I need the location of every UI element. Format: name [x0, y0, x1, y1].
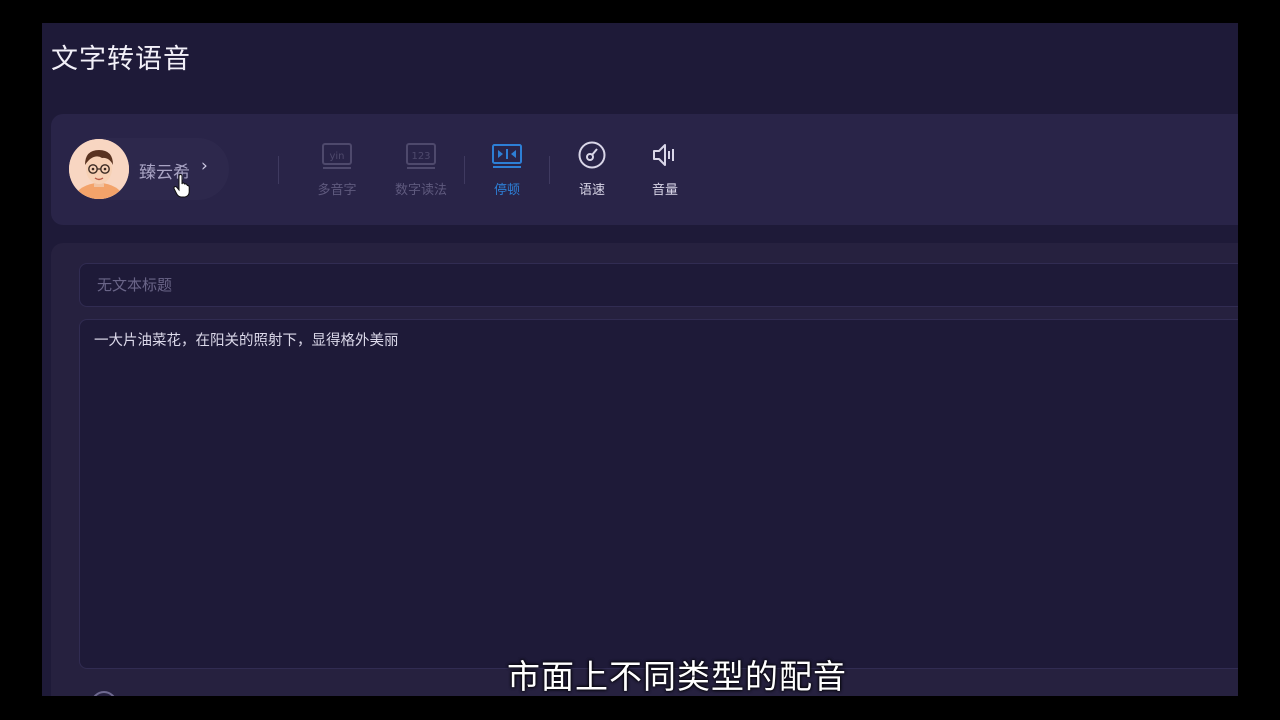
text-editor[interactable]: 一大片油菜花，在阳关的照射下，显得格外美丽	[79, 319, 1238, 669]
svg-text:yin: yin	[329, 151, 344, 162]
avatar	[69, 139, 129, 199]
title-input[interactable]	[79, 263, 1238, 307]
editor-card: 一大片油菜花，在阳关的照射下，显得格外美丽	[51, 243, 1238, 696]
yin-box-icon: yin	[305, 140, 369, 170]
tool-polyphone[interactable]: yin 多音字	[305, 140, 369, 198]
toolbar-card: 臻云希 › yin 多音字 123 数字读法 停顿 语速 音量	[51, 114, 1238, 225]
tool-volume[interactable]: 音量	[641, 140, 689, 198]
tool-speed[interactable]: 语速	[568, 140, 616, 198]
tool-pause[interactable]: 停顿	[483, 140, 531, 198]
tool-label: 语速	[578, 183, 605, 198]
chevron-right-icon: ›	[201, 156, 208, 176]
voice-selector[interactable]: 臻云希 ›	[69, 138, 229, 200]
video-subtitle: 市面上不同类型的配音	[507, 657, 847, 696]
number-123-icon: 123	[383, 140, 459, 170]
editor-body-text: 一大片油菜花，在阳关的照射下，显得格外美丽	[94, 333, 399, 349]
tool-label: 音量	[651, 183, 678, 198]
pause-insert-icon	[483, 140, 531, 170]
hand-cursor-icon	[173, 173, 191, 202]
toolbar-divider	[549, 156, 550, 184]
tool-label: 数字读法	[394, 183, 447, 198]
app-window: 文字转语音 臻云希 › yin 多音字 123 数字读法 停顿 语速 音量 无文…	[42, 23, 1238, 696]
toolbar-divider	[278, 156, 279, 184]
speed-gauge-icon	[568, 140, 616, 170]
svg-text:123: 123	[411, 151, 430, 162]
page-title: 文字转语音	[51, 44, 191, 75]
speaker-volume-icon	[641, 140, 689, 170]
tool-label: 多音字	[317, 183, 357, 198]
tool-number-reading[interactable]: 123 数字读法	[383, 140, 459, 198]
toolbar-divider	[464, 156, 465, 184]
tool-label: 停顿	[493, 183, 520, 198]
